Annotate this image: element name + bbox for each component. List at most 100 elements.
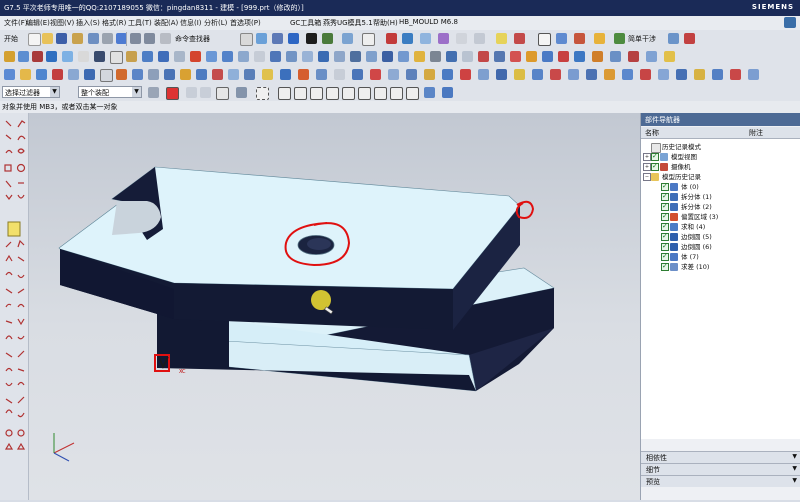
blank-icon[interactable] [556,33,567,44]
select-all-icon[interactable] [166,87,179,100]
assembly-scope-select[interactable]: 整个装配 ▼ [78,86,142,98]
rib-icon[interactable] [586,69,597,80]
start-button[interactable]: 开始 [4,34,18,44]
zoom-icon[interactable] [240,33,253,46]
circle-icon[interactable] [52,69,63,80]
chamfer-icon[interactable] [302,51,313,62]
n-sided-icon[interactable] [352,69,363,80]
line-snap-icon[interactable] [294,87,307,100]
snap-end-icon[interactable] [200,87,211,98]
paint-icon[interactable] [614,33,625,44]
point-set-icon[interactable] [514,69,525,80]
thicken-icon[interactable] [398,51,409,62]
patch-icon[interactable] [478,51,489,62]
visible-check-icon[interactable] [661,221,669,231]
save-icon[interactable] [56,33,67,44]
offset-surface-icon[interactable] [406,69,417,80]
pad-icon[interactable] [158,51,169,62]
gate-icon[interactable] [664,51,675,62]
view-snap-icon[interactable] [424,87,435,98]
menu-yanxiu-mold[interactable]: 燕秀UG模具5.1 [323,18,373,28]
pocket-icon[interactable] [142,51,153,62]
visible-check-icon[interactable] [651,161,659,171]
export-icon[interactable] [694,69,705,80]
spline-icon[interactable] [68,69,79,80]
menu-analysis[interactable]: 分析(L) [204,18,227,28]
tree-item-history-mode[interactable]: 历史记录模式 [641,142,800,153]
datum-csys-icon[interactable] [526,51,537,62]
details-panel[interactable]: 细节 ▼ [641,463,800,475]
snap-icon[interactable] [496,33,507,44]
offset-face-icon[interactable] [350,51,361,62]
boss-icon[interactable] [126,51,137,62]
rotate-icon[interactable] [272,33,283,44]
column-name[interactable]: 名称 [645,128,659,138]
angle-snap-icon[interactable] [326,87,339,100]
expand-icon[interactable]: + [643,163,651,171]
expand-icon[interactable]: + [643,153,651,161]
cam-icon[interactable] [676,69,687,80]
menu-preferences[interactable]: 首选项(P) [230,18,261,28]
trimmed-sheet-icon[interactable] [424,69,435,80]
menu-edit[interactable]: 编辑(E) [26,18,50,28]
tree-item-model-views[interactable]: + 模型视图 [641,151,800,162]
sphere-icon[interactable] [94,51,105,62]
snap-control-icon[interactable] [236,87,247,98]
check-icon[interactable] [684,33,695,44]
existing-point-snap-icon[interactable] [406,87,419,100]
drawing-icon[interactable] [658,69,669,80]
sew-sheet-icon[interactable] [442,69,453,80]
mold-wizard-icon[interactable] [558,51,569,62]
line-icon[interactable] [20,69,31,80]
import-icon[interactable] [712,69,723,80]
slider-icon[interactable] [646,51,657,62]
model-snap-icon[interactable] [442,87,453,98]
cone-icon[interactable] [78,51,89,62]
tangent-snap-icon[interactable] [310,87,323,100]
sew-icon[interactable] [462,51,473,62]
revolve-icon[interactable] [32,51,43,62]
center-snap-icon[interactable] [358,87,371,100]
command-finder-button[interactable]: 命令查找器 [175,34,210,44]
mid-surface-icon[interactable] [496,69,507,80]
point-icon[interactable] [542,51,553,62]
layer-icon[interactable] [322,33,333,44]
snap-mid-icon[interactable] [216,87,229,100]
visible-check-icon[interactable] [661,191,669,201]
arc-icon[interactable] [36,69,47,80]
split-body-icon[interactable] [270,51,281,62]
quadrant-snap-icon[interactable] [390,87,403,100]
new-icon[interactable] [28,33,41,46]
join-curve-icon[interactable] [228,69,239,80]
arc-snap-icon[interactable] [342,87,355,100]
redo-icon[interactable] [144,33,155,44]
menu-view[interactable]: 视图(V) [50,18,74,28]
menu-gc-toolbox[interactable]: GC工具箱 [290,18,321,28]
hole-icon[interactable] [110,51,123,64]
edit-object-icon[interactable] [438,33,449,44]
snap-point-icon[interactable] [186,87,197,98]
replace-face-icon[interactable] [414,51,425,62]
trim-body-icon[interactable] [254,51,265,62]
show-hide-icon[interactable] [420,33,431,44]
bom-icon[interactable] [640,69,651,80]
undo-icon[interactable] [130,33,141,44]
graphics-window[interactable]: XC [29,113,640,500]
extrude-icon[interactable] [18,51,29,62]
rectangle-select-icon[interactable] [256,87,269,100]
pattern-icon[interactable] [366,51,377,62]
edge-blend-icon[interactable] [286,51,297,62]
menu-file[interactable]: 文件(F) [4,18,28,28]
measure-icon[interactable] [402,33,413,44]
open-icon[interactable] [42,33,53,44]
visible-check-icon[interactable] [661,181,669,191]
visible-check-icon[interactable] [661,201,669,211]
feature-icon[interactable] [88,33,99,44]
move-face-icon[interactable] [430,51,441,62]
subtract-icon[interactable] [222,51,233,62]
preview-panel[interactable]: 预览 ▼ [641,475,800,487]
view-layout-icon[interactable] [362,33,375,46]
visible-check-icon[interactable] [651,151,659,161]
quilt-icon[interactable] [460,69,471,80]
tube-icon[interactable] [568,69,579,80]
